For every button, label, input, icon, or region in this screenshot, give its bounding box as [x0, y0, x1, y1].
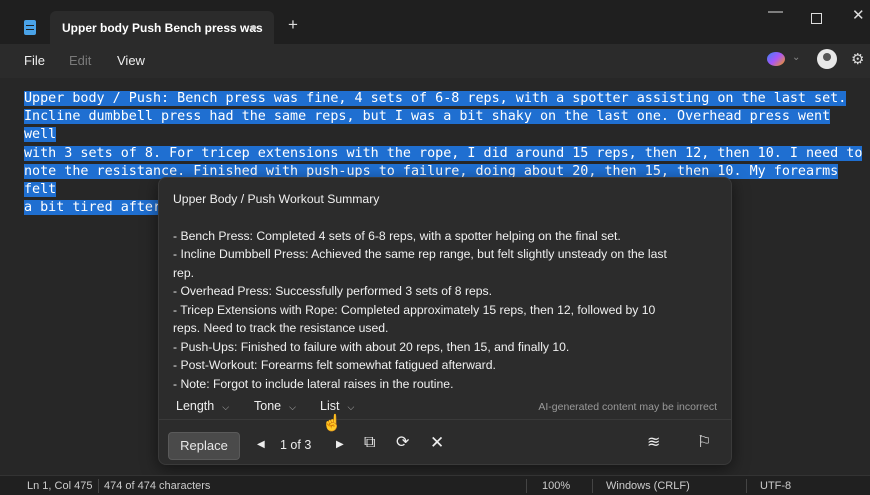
minimize-button[interactable]: —	[768, 4, 783, 19]
rewrite-actions: Replace ◀ 1 of 3 ▶ ⧉ ⟳ ✕ ≋ ⚐	[159, 428, 731, 464]
title-bar: Upper body Push Bench press was ● + — ✕	[0, 0, 870, 44]
regenerate-icon[interactable]: ⟳	[396, 434, 409, 452]
settings-gear-icon[interactable]: ⚙	[851, 50, 864, 68]
zoom-level[interactable]: 100%	[542, 480, 570, 492]
summary-line: reps. Need to track the resistance used.	[173, 321, 389, 335]
summary-line: - Bench Press: Completed 4 sets of 6-8 r…	[173, 228, 621, 243]
summary-title: Upper Body / Push Workout Summary	[173, 192, 380, 206]
divider	[526, 479, 527, 493]
dismiss-icon[interactable]: ✕	[430, 434, 444, 452]
copilot-icon[interactable]	[767, 52, 785, 66]
selected-text-line: Upper body / Push: Bench press was fine,…	[24, 91, 847, 106]
rewrite-panel: Upper Body / Push Workout Summary - Benc…	[158, 177, 732, 465]
pointer-hand-icon: ☝	[322, 415, 342, 432]
layers-icon[interactable]: ≋	[647, 434, 660, 452]
format-dropdown[interactable]: List ⌵	[320, 399, 354, 413]
summary-line: - Overhead Press: Successfully performed…	[173, 284, 493, 298]
notepad-app-icon	[24, 20, 36, 35]
summary-line: - Incline Dumbbell Press: Achieved the s…	[173, 247, 667, 261]
divider	[159, 419, 731, 420]
length-label: Length	[176, 399, 215, 413]
tab-title: Upper body Push Bench press was	[62, 21, 263, 35]
tone-dropdown[interactable]: Tone ⌵	[254, 399, 296, 413]
menu-bar: File Edit View	[0, 44, 870, 78]
summary-line: - Note: Forgot to include lateral raises…	[173, 376, 454, 391]
flag-icon[interactable]: ⚐	[697, 434, 711, 452]
ai-disclaimer: AI-generated content may be incorrect	[538, 401, 717, 413]
menu-edit[interactable]: Edit	[69, 53, 91, 68]
summary-line: - Post-Workout: Forearms felt somewhat f…	[173, 358, 496, 372]
chevron-down-icon: ⌵	[347, 402, 355, 412]
close-window-button[interactable]: ✕	[852, 8, 865, 23]
selected-text-line: Incline dumbbell press had the same reps…	[24, 109, 831, 143]
summary-line: - Tricep Extensions with Rope: Completed…	[173, 302, 656, 317]
document-tab[interactable]: Upper body Push Bench press was ●	[50, 11, 274, 44]
divider	[746, 479, 747, 493]
chevron-down-icon[interactable]: ⌄	[792, 52, 800, 63]
chevron-down-icon: ⌵	[289, 402, 296, 412]
divider	[98, 479, 99, 493]
chevron-down-icon: ⌵	[222, 402, 230, 412]
encoding[interactable]: UTF-8	[760, 480, 791, 492]
status-bar: Ln 1, Col 475 474 of 474 characters 100%…	[0, 475, 870, 495]
previous-version-icon[interactable]: ◀	[257, 439, 265, 450]
menu-file[interactable]: File	[24, 53, 45, 68]
replace-button[interactable]: Replace	[168, 432, 240, 460]
version-counter: 1 of 3	[280, 438, 312, 452]
selected-text-line: with 3 sets of 8. For tricep extensions …	[24, 145, 863, 161]
new-tab-button[interactable]: +	[288, 16, 298, 33]
maximize-button[interactable]	[811, 13, 822, 24]
line-ending[interactable]: Windows (CRLF)	[606, 480, 690, 492]
divider	[592, 479, 593, 493]
menu-view[interactable]: View	[117, 53, 145, 68]
next-version-icon[interactable]: ▶	[336, 439, 344, 450]
format-label: List	[320, 399, 340, 413]
rewrite-result: Upper Body / Push Workout Summary - Benc…	[173, 190, 721, 393]
length-dropdown[interactable]: Length ⌵	[176, 399, 229, 413]
rewrite-options: Length ⌵ Tone ⌵ List ⌵ AI-generated content…	[159, 395, 731, 417]
cursor-position: Ln 1, Col 475	[27, 480, 93, 492]
tone-label: Tone	[254, 399, 282, 413]
summary-line: rep.	[173, 265, 195, 280]
character-count: 474 of 474 characters	[104, 480, 211, 492]
unsaved-indicator-icon[interactable]: ●	[250, 20, 257, 34]
summary-line: - Push-Ups: Finished to failure with abo…	[173, 339, 570, 354]
copy-icon[interactable]: ⧉	[364, 434, 375, 452]
account-avatar[interactable]	[817, 49, 837, 69]
